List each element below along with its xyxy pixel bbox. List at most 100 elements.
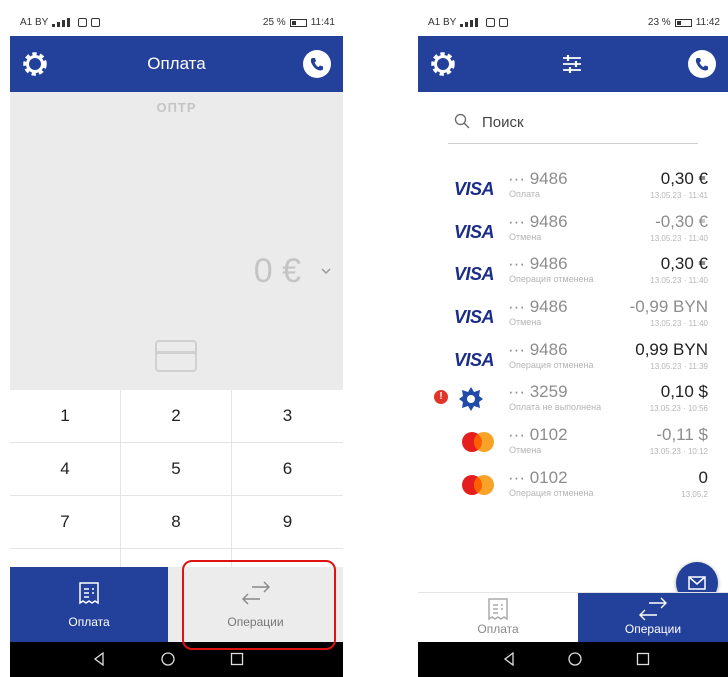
card-number: ··· 9486	[508, 169, 568, 188]
signal-icon	[52, 18, 74, 27]
key-4[interactable]: 4	[10, 443, 121, 496]
list-item[interactable]: VISA ··· 9486 Операция отменена 0,30 € 13.05…	[418, 250, 728, 293]
visa-logo: VISA	[454, 264, 495, 285]
tab-operations[interactable]: Операции	[578, 593, 728, 643]
battery-percent: 23 %	[647, 17, 671, 28]
chevron-down-icon[interactable]	[321, 266, 331, 276]
key-3[interactable]: 3	[232, 390, 343, 443]
home-icon[interactable]	[161, 652, 175, 666]
operation-amount: -0,99 BYN	[629, 297, 708, 317]
list-item[interactable]: ··· 0102 Операция отменена 0 13.05.2	[418, 464, 728, 507]
card-number: ··· 0102	[508, 467, 568, 487]
list-item[interactable]: VISA ··· 9486 Операция отменена 0,99 BYN 13.…	[418, 336, 728, 379]
clock: 11:41	[310, 17, 335, 28]
operation-amount: 0,99 BYN	[635, 339, 708, 359]
key-5[interactable]: 5	[121, 443, 232, 496]
phone-icon	[695, 58, 708, 71]
operations-list: VISA ··· 9486 Оплата 0,30 €13.05.23 · 11:41…	[418, 165, 728, 507]
visa-logo: VISA	[454, 179, 495, 199]
signal-icon	[460, 18, 482, 27]
operation-status: Операция отменена	[509, 274, 594, 285]
card-number: ··· 9486	[508, 254, 568, 274]
key-9[interactable]: 9	[232, 496, 343, 549]
filter-icon[interactable]	[560, 52, 584, 76]
carrier-label: A1 BY	[20, 17, 49, 28]
operation-datetime: 13.05.23 · 10:56	[649, 404, 708, 414]
receipt-icon	[79, 582, 99, 605]
tab-payment[interactable]: Оплата	[418, 593, 578, 643]
visa-logo: VISA	[454, 307, 495, 328]
list-item[interactable]: ! ··· 3259 Оплата не выполнена 0,10 $ 13.05.…	[418, 378, 728, 421]
clock: 11:42	[695, 17, 720, 28]
search-field[interactable]: Поиск	[448, 92, 698, 144]
receipt-icon	[488, 598, 508, 621]
operation-amount: 0,30 €	[660, 169, 708, 188]
card-number: ··· 0102	[508, 425, 568, 445]
search-placeholder: Поиск	[482, 114, 524, 131]
operation-datetime: 13.05.23 · 10:12	[649, 447, 708, 457]
notification-icon	[78, 18, 88, 27]
operation-status: Отмена	[509, 445, 542, 456]
card-number: ··· 9486	[508, 211, 568, 231]
message-icon	[499, 18, 509, 27]
operation-status: Операция отменена	[509, 359, 594, 370]
swap-arrows-icon	[639, 597, 667, 621]
call-button[interactable]	[688, 50, 716, 78]
call-button[interactable]	[303, 50, 331, 78]
operation-status: Операция отменена	[509, 487, 594, 498]
operation-amount: 0,10 $	[660, 382, 708, 402]
app-bar: Оплата	[10, 36, 343, 92]
operation-status: Оплата	[509, 189, 540, 199]
home-icon[interactable]	[568, 652, 582, 666]
status-left: A1 BY	[428, 17, 509, 28]
tab-operations-label: Операции	[624, 622, 682, 636]
bottom-tab-bar: Оплата Операции	[418, 592, 728, 643]
status-right: 25 % 11:41	[263, 17, 335, 28]
operation-datetime: 13.05.23 · 11:39	[650, 361, 708, 371]
recents-icon[interactable]	[636, 652, 650, 666]
operation-datetime: 13.05.23 · 11:40	[650, 276, 708, 286]
error-icon: !	[434, 390, 448, 405]
status-bar: A1 BY 23 % 11:42	[418, 0, 728, 36]
operation-amount: -0,30 €	[655, 211, 708, 231]
card-number: ··· 9486	[508, 339, 568, 359]
key-1[interactable]: 1	[10, 390, 121, 443]
tab-payment-label: Оплата	[68, 615, 110, 629]
tab-payment[interactable]: Оплата	[10, 567, 168, 642]
belcart-logo	[459, 387, 483, 412]
list-item[interactable]: ··· 0102 Отмена -0,11 $ 13.05.23 · 10:12	[418, 421, 728, 464]
card-number: ··· 9486	[508, 297, 568, 317]
amount-panel: ОПТР 0 €	[10, 92, 343, 390]
card-icon	[155, 340, 197, 372]
back-icon[interactable]	[502, 652, 516, 666]
visa-logo: VISA	[454, 221, 495, 242]
list-item[interactable]: VISA ··· 9486 Оплата 0,30 € 13.05.23 · 11:41	[418, 165, 728, 208]
app-bar	[418, 36, 728, 92]
key-2[interactable]: 2	[121, 390, 232, 443]
key-7[interactable]: 7	[10, 496, 121, 549]
highlight-frame	[182, 560, 336, 650]
key-8[interactable]: 8	[121, 496, 232, 549]
tab-payment-label: Оплата	[477, 622, 519, 636]
operations-screen: A1 BY 23 % 11:42 Поиск VISA ··· 9486 Опл…	[418, 0, 728, 677]
back-icon[interactable]	[92, 652, 106, 666]
system-nav-bar	[418, 642, 728, 677]
operation-amount: 0,30 €	[660, 254, 708, 274]
recents-icon[interactable]	[230, 652, 244, 666]
key-6[interactable]: 6	[232, 443, 343, 496]
card-number: ··· 3259	[508, 382, 568, 402]
gear-icon[interactable]	[428, 49, 458, 79]
list-item[interactable]: VISA ··· 9486 Отмена -0,99 BYN 13.05.23 · 11…	[418, 293, 728, 336]
operation-status: Отмена	[509, 231, 542, 242]
status-left: A1 BY	[20, 17, 101, 28]
merchant-name: ОПТР	[156, 100, 197, 115]
visa-logo: VISA	[454, 349, 495, 370]
carrier-label: A1 BY	[428, 17, 457, 28]
operation-datetime: 13.05.23 · 11:40	[650, 233, 708, 243]
phone-icon	[310, 58, 323, 71]
list-item[interactable]: VISA ··· 9486 Отмена -0,30 € 13.05.23 · 11:4…	[418, 208, 728, 251]
operation-datetime: 13.05.2	[681, 489, 708, 499]
mastercard-logo	[462, 432, 494, 453]
operation-amount: 0	[698, 467, 708, 487]
screenshot-comparison: A1 BY 25 % 11:41 Оплата ОПТР 0 € 1 2 3 4…	[0, 0, 728, 677]
